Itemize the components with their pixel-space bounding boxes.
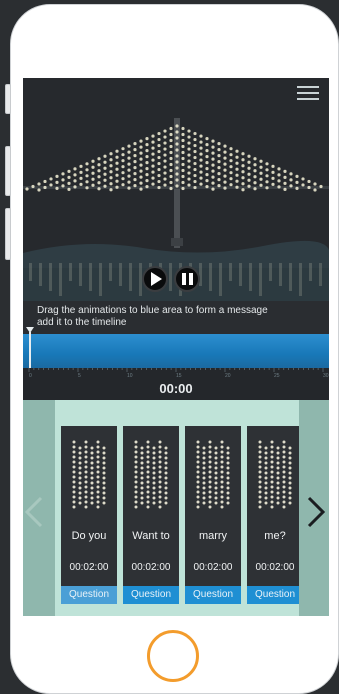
animation-carousel: Do you 00:02:00 Question Want to 00:02:0… <box>23 400 329 616</box>
animation-thumbnail <box>123 426 179 518</box>
chevron-left-icon <box>24 496 43 528</box>
animation-thumbnail <box>61 426 117 518</box>
play-button[interactable] <box>142 266 168 292</box>
volume-up-button <box>5 146 11 196</box>
instruction-line-1: Drag the animations to blue area to form… <box>37 305 268 316</box>
pause-icon <box>181 273 193 285</box>
card-duration: 00:02:00 <box>255 562 295 573</box>
timeline-drop-area[interactable] <box>23 327 329 368</box>
instruction-text: Drag the animations to blue area to form… <box>23 301 329 334</box>
card-word: Do you <box>71 530 107 542</box>
play-icon <box>151 272 162 286</box>
instruction-line-2: add it to the timeline <box>37 317 127 328</box>
app-screen: Drag the animations to blue area to form… <box>23 78 329 616</box>
carousel-track: Do you 00:02:00 Question Want to 00:02:0… <box>55 400 299 616</box>
card-tag: Question <box>247 586 299 604</box>
hamburger-menu-icon[interactable] <box>297 86 319 104</box>
playhead-marker-icon[interactable] <box>26 327 34 333</box>
carousel-next-button[interactable] <box>301 495 329 529</box>
volume-down-button <box>5 208 11 260</box>
card-word: marry <box>198 530 228 542</box>
timeline-ruler: 0 5 10 15 20 25 30 <box>23 368 329 378</box>
animation-thumbnail <box>185 426 241 518</box>
current-time: 00:00 <box>23 378 329 400</box>
card-duration: 00:02:00 <box>131 562 171 573</box>
animation-card[interactable]: me? 00:02:00 Question <box>247 426 299 604</box>
card-duration: 00:02:00 <box>69 562 109 573</box>
card-tag: Question <box>123 586 179 604</box>
card-word: me? <box>264 530 286 542</box>
card-tag: Question <box>185 586 241 604</box>
animation-card[interactable]: Want to 00:02:00 Question <box>123 426 179 604</box>
carousel-prev-button[interactable] <box>23 495 47 529</box>
timeline-playhead[interactable] <box>29 332 31 368</box>
home-button[interactable] <box>147 630 199 682</box>
card-duration: 00:02:00 <box>193 562 233 573</box>
video-preview <box>23 78 329 301</box>
pause-button[interactable] <box>174 266 200 292</box>
playback-controls <box>142 266 200 292</box>
chevron-right-icon <box>307 496 326 528</box>
animation-card[interactable]: Do you 00:02:00 Question <box>61 426 117 604</box>
animation-thumbnail <box>247 426 299 518</box>
card-word: Want to <box>132 530 170 542</box>
mute-switch <box>5 84 11 114</box>
card-tag: Question <box>61 586 117 604</box>
animation-card[interactable]: marry 00:02:00 Question <box>185 426 241 604</box>
